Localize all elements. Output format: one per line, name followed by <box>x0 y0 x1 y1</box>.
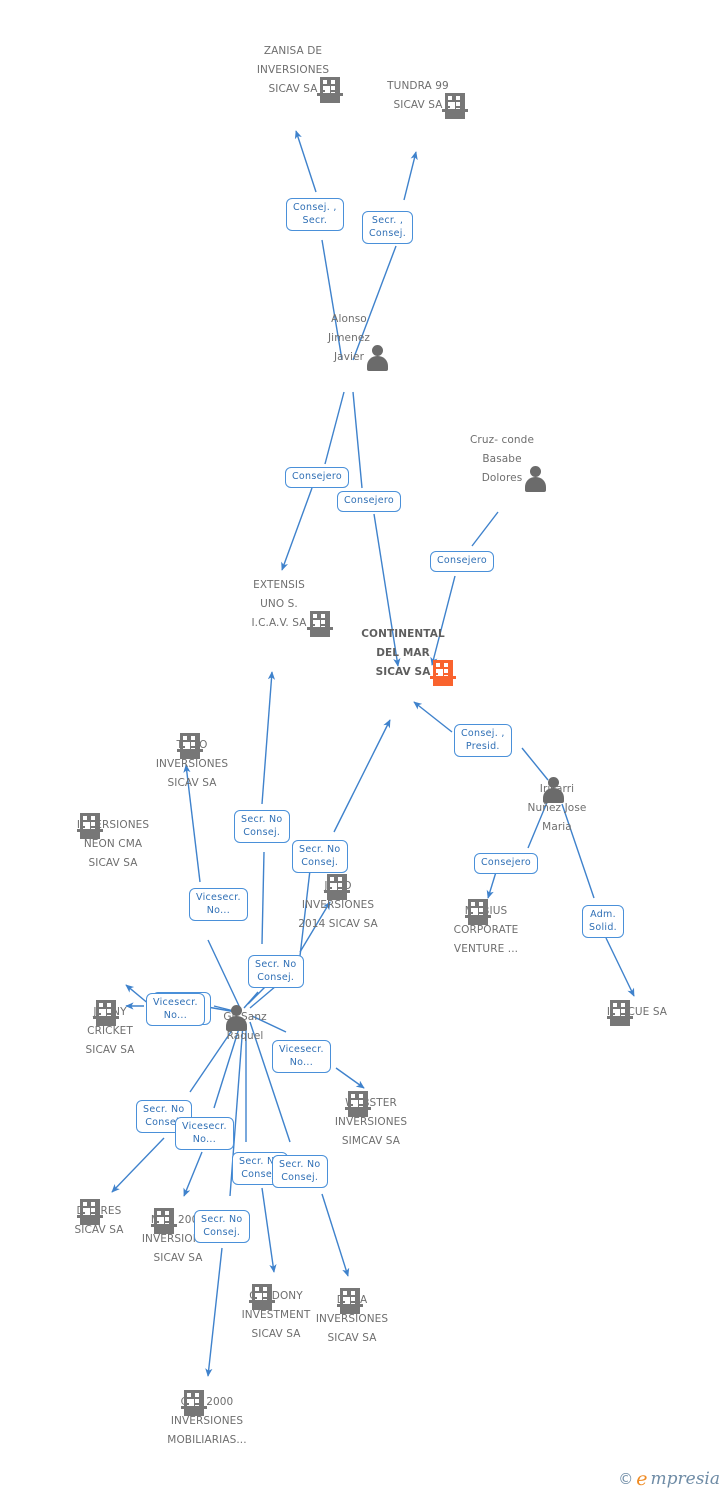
node-car2000[interactable]: CAR 2000 INVERSIONES MOBILIARIAS... <box>132 1390 282 1447</box>
node-label: TUNDRA 99 SICAV SA <box>387 80 449 111</box>
node-label: CONTINENTAL DEL MAR SICAV SA <box>361 628 445 678</box>
role-badge-alonso-tundra[interactable]: Secr. , Consej. <box>362 211 414 244</box>
role-badge-gilsanz-juno[interactable]: Secr. No Consej. <box>248 955 304 988</box>
edge-alonso-to-extensis <box>281 487 313 571</box>
role-badge-irisarri-continental[interactable]: Consej. , Presid. <box>454 724 512 757</box>
edge-irisarri-to-iriscue <box>605 937 635 997</box>
node-alonso[interactable]: Alonso Jimenez Javier <box>274 307 424 371</box>
node-tugo[interactable]: TUGO INVERSIONES SICAV SA <box>117 733 267 790</box>
role-badge-gilsanz-continental[interactable]: Secr. No Consej. <box>292 840 348 873</box>
edge-gilsanz-to-continental <box>333 719 391 833</box>
node-cruzconde[interactable]: Cruz- conde Basabe Dolores <box>427 428 577 492</box>
role-badge-irisarri-mobius[interactable]: Consejero <box>474 853 538 874</box>
node-iriscue[interactable]: IRISCUE SA <box>562 1000 712 1026</box>
node-label: EXTENSIS UNO S. I.C.A.V. SA <box>251 579 307 629</box>
node-label: Alonso Jimenez Javier <box>327 313 371 363</box>
role-badge-alonso-continental[interactable]: Consejero <box>337 491 401 512</box>
node-label: ZANISA DE INVERSIONES SICAV SA <box>256 45 330 95</box>
role-badge-gilsanz-mbb[interactable]: Vicesecr. No... <box>175 1117 234 1150</box>
node-continental[interactable]: CONTINENTAL DEL MAR SICAV SA <box>328 622 478 686</box>
edge-gilsanz-to-goldony <box>261 1187 277 1273</box>
edge-cruzconde-to-continental <box>471 511 499 547</box>
edge-gilsanz-to-tugo <box>207 939 241 1009</box>
node-juno[interactable]: JUNO INVERSIONES 2014 SICAV SA <box>263 874 413 931</box>
node-neon[interactable]: INVERSIONES NEON CMA SICAV SA <box>38 813 188 870</box>
role-badge-cruzconde-continental[interactable]: Consejero <box>430 551 494 572</box>
edge-alonso-to-zanisa <box>294 130 317 193</box>
role-badge-gilsanz-webster[interactable]: Vicesecr. No... <box>272 1040 331 1073</box>
node-label: CAR 2000 INVERSIONES MOBILIARIAS... <box>167 1396 247 1446</box>
edge-gilsanz-to-docres <box>111 1137 165 1193</box>
role-badge-gilsanz-tugo[interactable]: Vicesecr. No... <box>189 888 248 921</box>
node-label: WEBSTER INVERSIONES SIMCAV SA <box>334 1097 408 1147</box>
edge-irisarri-to-continental <box>521 747 549 781</box>
edge-alonso-to-tundra <box>403 151 418 201</box>
empresia-watermark: © e mpresia <box>618 1468 720 1490</box>
brand-name: mpresia <box>650 1469 721 1489</box>
role-badge-alonso-zanisa[interactable]: Consej. , Secr. <box>286 198 344 231</box>
node-irisarri[interactable]: Irisarri Nuñez Jose Maria <box>482 777 632 834</box>
edge-gilsanz-to-webster <box>335 1067 365 1089</box>
edge-alonso-to-continental <box>352 391 363 489</box>
node-dana[interactable]: DANA INVERSIONES SICAV SA <box>277 1288 427 1345</box>
role-badge-gilsanz-extensis[interactable]: Secr. No Consej. <box>234 810 290 843</box>
role-badge-alonso-extensis[interactable]: Consejero <box>285 467 349 488</box>
edge-irisarri-to-mobius <box>486 871 497 899</box>
edge-gilsanz-to-dana <box>321 1193 350 1277</box>
node-webster[interactable]: WEBSTER INVERSIONES SIMCAV SA <box>296 1091 446 1148</box>
network-diagram-canvas: ZANISA DE INVERSIONES SICAV SA TUNDRA 99 … <box>0 0 728 1500</box>
edge-gilsanz-to-mbb <box>183 1151 203 1197</box>
node-mobius[interactable]: MOBIUS CORPORATE VENTURE ... <box>411 899 561 956</box>
role-badge-gilsanz-dana[interactable]: Secr. No Consej. <box>272 1155 328 1188</box>
edge-alonso-to-extensis <box>324 391 345 465</box>
copyright-symbol: © <box>618 1470 634 1488</box>
brand-initial: e <box>636 1468 648 1490</box>
node-label: Cruz- conde Basabe Dolores <box>469 434 535 484</box>
role-badge-gilsanz-jiminy[interactable]: Vicesecr. No... <box>146 993 205 1026</box>
role-badge-irisarri-iriscue[interactable]: Adm. Solid. <box>582 905 624 938</box>
node-tundra[interactable]: TUNDRA 99 SICAV SA <box>343 74 493 119</box>
edge-irisarri-to-continental <box>413 701 453 733</box>
role-badge-gilsanz-car2000[interactable]: Secr. No Consej. <box>194 1210 250 1243</box>
